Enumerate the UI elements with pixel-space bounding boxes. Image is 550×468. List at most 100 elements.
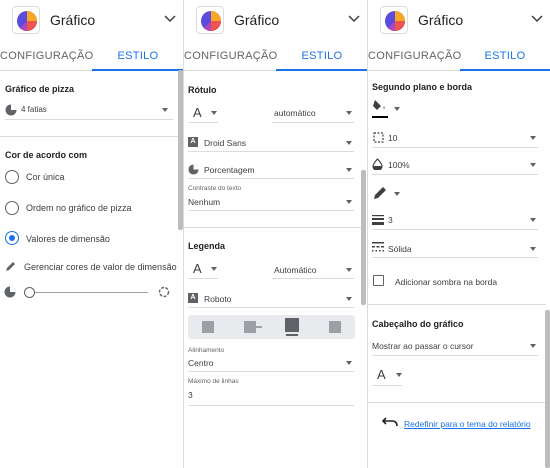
- legend-font-size-arrow[interactable]: [346, 268, 352, 272]
- border-style-arrow[interactable]: [530, 247, 536, 251]
- rotation-slider-thumb[interactable]: [24, 287, 35, 298]
- border-color-arrow[interactable]: [394, 192, 400, 196]
- tab-indicator: [276, 69, 367, 71]
- panel-chart-style-1: Gráfico CONFIGURAÇÃO ESTILO Gráfico de p…: [0, 0, 184, 468]
- chart-header-arrow[interactable]: [530, 344, 536, 348]
- legend-font-arrow[interactable]: [346, 297, 352, 301]
- section-divider: [368, 304, 546, 305]
- scrollbar[interactable]: [361, 170, 366, 305]
- rotation-slider-track[interactable]: [30, 292, 148, 293]
- legend-line-icon: [256, 326, 262, 328]
- pie-chart-icon: [12, 6, 40, 34]
- chevron-down-icon[interactable]: [347, 11, 361, 25]
- border-style-dropdown[interactable]: Sólida: [388, 244, 412, 254]
- chart-header-section-title: Cabeçalho do gráfico: [372, 319, 464, 329]
- rotate-icon: [158, 286, 170, 298]
- chart-type-title: Gráfico: [234, 12, 280, 28]
- tab-indicator: [460, 69, 550, 71]
- opacity-dropdown[interactable]: 100%: [388, 160, 410, 170]
- chart-header-dropdown[interactable]: Mostrar ao passar o cursor: [372, 341, 474, 351]
- tab-configuration[interactable]: CONFIGURAÇÃO: [184, 41, 277, 71]
- legend-position-selected[interactable]: [285, 318, 299, 332]
- panel-header[interactable]: Gráfico: [368, 0, 550, 40]
- border-weight-arrow[interactable]: [530, 218, 536, 222]
- contrast-arrow[interactable]: [346, 200, 352, 204]
- legend-position-right[interactable]: [329, 321, 341, 333]
- opacity-arrow[interactable]: [530, 163, 536, 167]
- radio-pie-order-label: Ordem no gráfico de pizza: [26, 203, 132, 213]
- legend-position-left[interactable]: [202, 321, 214, 333]
- legend-section-title: Legenda: [188, 241, 226, 251]
- section-divider: [368, 402, 546, 403]
- chevron-down-icon[interactable]: [163, 11, 177, 25]
- legend-font-underline: [188, 307, 354, 308]
- legend-font-size-underline: [188, 278, 218, 279]
- max-lines-input[interactable]: 3: [188, 390, 193, 400]
- font-size-icon[interactable]: A: [377, 367, 386, 382]
- label-font-size-underline: [272, 122, 354, 123]
- tab-configuration[interactable]: CONFIGURAÇÃO: [368, 41, 461, 71]
- border-weight-dropdown[interactable]: 3: [388, 215, 393, 225]
- tab-style[interactable]: ESTILO: [460, 41, 550, 71]
- header-font-size-arrow[interactable]: [396, 373, 402, 377]
- tab-configuration[interactable]: CONFIGURAÇÃO: [0, 41, 93, 71]
- section-divider: [184, 227, 362, 228]
- tab-style[interactable]: ESTILO: [276, 41, 367, 71]
- font-size-icon[interactable]: A: [193, 105, 202, 120]
- alignment-dropdown[interactable]: Centro: [188, 358, 214, 368]
- slices-dropdown-arrow[interactable]: [162, 108, 168, 112]
- tab-bar: CONFIGURAÇÃO ESTILO: [368, 41, 550, 71]
- scrollbar[interactable]: [178, 70, 183, 230]
- legend-font-dropdown[interactable]: Roboto: [204, 294, 231, 304]
- undo-icon[interactable]: [382, 416, 398, 428]
- legend-position-top[interactable]: [244, 321, 256, 333]
- section-divider: [0, 136, 178, 137]
- panel-header[interactable]: Gráfico: [0, 0, 183, 40]
- legend-font-size-dropdown[interactable]: Automático: [274, 265, 317, 275]
- border-radius-arrow[interactable]: [530, 136, 536, 140]
- fill-color-swatch[interactable]: [372, 116, 388, 118]
- legend-font-size-icon-arrow[interactable]: [211, 267, 217, 271]
- border-radius-dropdown[interactable]: 10: [388, 133, 397, 143]
- alignment-underline: [188, 371, 354, 372]
- radio-single-color[interactable]: [5, 170, 19, 184]
- label-font-size-dropdown[interactable]: automático: [274, 108, 316, 118]
- shadow-checkbox[interactable]: [373, 275, 384, 286]
- font-size-icon[interactable]: A: [193, 261, 202, 276]
- pen-icon[interactable]: [373, 186, 387, 200]
- font-size-underline: [188, 122, 218, 123]
- tab-style[interactable]: ESTILO: [92, 41, 183, 71]
- contrast-dropdown[interactable]: Nenhum: [188, 197, 220, 207]
- radio-pie-order[interactable]: [5, 201, 19, 215]
- font-size-dropdown-arrow[interactable]: [211, 111, 217, 115]
- label-font-size-arrow[interactable]: [346, 111, 352, 115]
- radio-dimension-values[interactable]: [5, 231, 19, 245]
- line-style-icon: [372, 242, 384, 252]
- manage-dimension-colors-link[interactable]: Gerenciar cores de valor de dimensão: [24, 262, 177, 272]
- pie-start-icon: [4, 286, 16, 298]
- tab-indicator: [92, 69, 183, 71]
- pie-section-title: Gráfico de pizza: [5, 84, 75, 94]
- label-type-underline: [188, 178, 354, 179]
- border-radius-underline: [372, 147, 538, 148]
- alignment-arrow[interactable]: [346, 361, 352, 365]
- chevron-down-icon[interactable]: [530, 11, 544, 25]
- reset-theme-link[interactable]: Redefinir para o tema do relatório: [404, 419, 531, 429]
- line-weight-icon: [372, 215, 384, 225]
- slices-dropdown-value[interactable]: 4 fatias: [21, 105, 47, 114]
- pen-icon: [6, 262, 15, 271]
- contrast-label: Contraste do texto: [188, 185, 242, 192]
- label-font-arrow[interactable]: [346, 141, 352, 145]
- chart-header-underline: [372, 355, 538, 356]
- border-style-underline: [372, 257, 538, 258]
- fill-color-arrow[interactable]: [394, 107, 400, 111]
- header-font-size-underline: [372, 385, 402, 386]
- color-section-title: Cor de acordo com: [5, 150, 88, 160]
- panel-header[interactable]: Gráfico: [184, 0, 367, 40]
- label-type-arrow[interactable]: [346, 168, 352, 172]
- label-font-dropdown[interactable]: Droid Sans: [204, 138, 246, 148]
- paint-bucket-icon[interactable]: [372, 99, 388, 113]
- scrollbar[interactable]: [545, 310, 550, 468]
- alignment-label: Alinhamento: [188, 347, 225, 354]
- label-type-dropdown[interactable]: Porcentagem: [204, 165, 255, 175]
